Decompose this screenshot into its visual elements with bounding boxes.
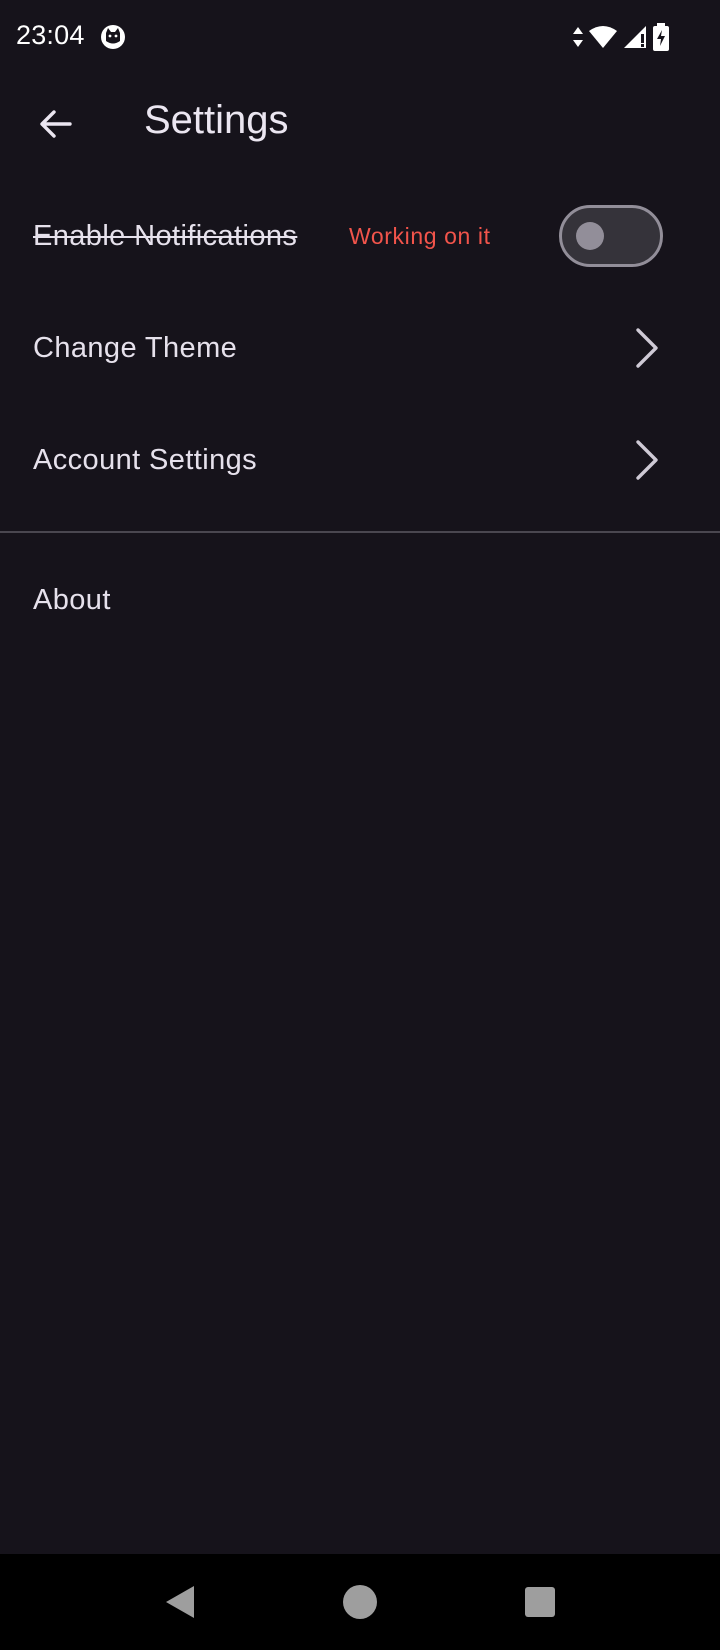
arrow-left-icon <box>40 110 72 138</box>
chevron-right-icon <box>636 328 658 368</box>
setting-row-enable-notifications[interactable]: Enable Notifications Working on it <box>0 180 720 292</box>
setting-label-change-theme: Change Theme <box>33 331 238 364</box>
data-arrows-icon <box>573 27 583 47</box>
setting-row-about[interactable]: About <box>0 546 720 658</box>
system-navigation-bar <box>0 1554 720 1650</box>
setting-row-change-theme[interactable]: Change Theme <box>0 292 720 404</box>
status-time: 23:04 <box>16 20 85 50</box>
cat-face-icon <box>101 25 125 49</box>
notifications-toggle[interactable] <box>559 205 663 267</box>
recents-square-icon[interactable] <box>520 1582 560 1622</box>
setting-label-account-settings: Account Settings <box>33 443 258 476</box>
toggle-knob <box>576 222 604 250</box>
settings-list: Enable Notifications Working on it Chang… <box>0 180 720 516</box>
section-divider <box>0 531 720 533</box>
wifi-icon <box>589 26 617 48</box>
battery-charging-icon <box>653 23 669 51</box>
app-bar: Settings <box>0 74 720 174</box>
page-title: Settings <box>144 98 289 142</box>
setting-row-account-settings[interactable]: Account Settings <box>0 404 720 516</box>
back-triangle-icon[interactable] <box>160 1582 200 1622</box>
signal-icon <box>624 26 646 48</box>
setting-label-about: About <box>33 584 111 616</box>
status-bar: 23:04 <box>0 0 720 74</box>
back-button[interactable] <box>24 96 88 152</box>
home-circle-icon[interactable] <box>340 1582 380 1622</box>
status-icons <box>572 22 670 52</box>
work-in-progress-badge: Working on it <box>349 222 491 249</box>
chevron-right-icon <box>636 440 658 480</box>
setting-label-enable-notifications: Enable Notifications <box>33 219 298 252</box>
